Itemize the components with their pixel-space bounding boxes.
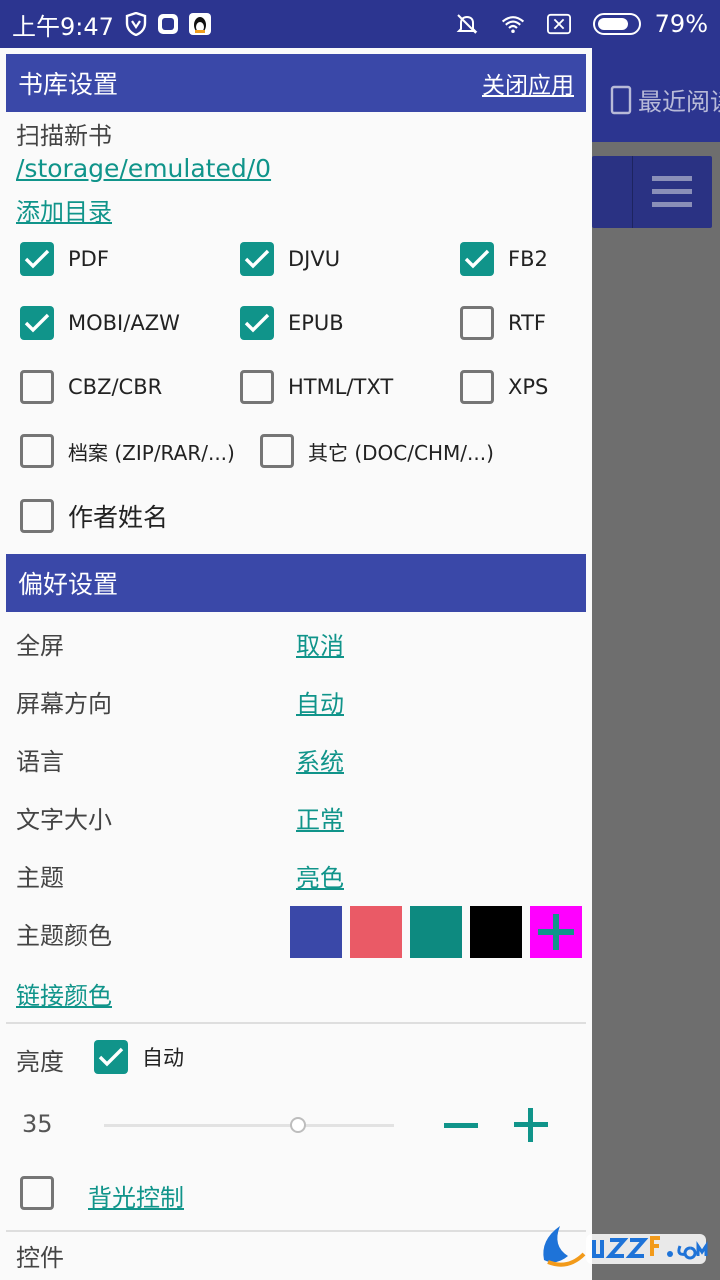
battery-percent: 79%	[654, 10, 708, 38]
no-sim-icon	[546, 12, 571, 36]
format-checkbox-xps[interactable]: XPS	[460, 370, 548, 404]
shield-icon	[124, 12, 148, 36]
recent-reading-tab[interactable]: 最近阅读	[610, 82, 720, 117]
format-label: PDF	[68, 247, 109, 271]
language-label: 语言	[16, 748, 64, 776]
background-app-bar: 最近阅读	[592, 48, 720, 142]
watermark-logo	[536, 1214, 716, 1274]
brightness-auto-label: 自动	[142, 1046, 184, 1070]
format-label: FB2	[508, 247, 548, 271]
format-checkbox-pdf[interactable]: PDF	[20, 242, 109, 276]
format-checkbox-cbz[interactable]: CBZ/CBR	[20, 370, 162, 404]
divider	[6, 1230, 586, 1232]
checkbox-icon	[20, 242, 54, 276]
bell-muted-icon	[455, 12, 479, 36]
format-checkbox-epub[interactable]: EPUB	[240, 306, 344, 340]
format-checkbox-html[interactable]: HTML/TXT	[240, 370, 393, 404]
plus-icon	[538, 914, 574, 950]
divider	[6, 1022, 586, 1024]
format-label: 档案 (ZIP/RAR/...)	[68, 440, 235, 465]
checkbox-icon	[240, 242, 274, 276]
add-directory-link[interactable]: 添加目录	[16, 192, 112, 227]
fullscreen-label: 全屏	[16, 632, 64, 660]
theme-color-swatch-teal[interactable]	[410, 906, 462, 958]
format-label: MOBI/AZW	[68, 311, 180, 335]
status-bar: 上午9:47 79%	[0, 0, 720, 48]
checkbox-icon	[460, 242, 494, 276]
library-settings-header: 书库设置 关闭应用	[6, 54, 586, 112]
text-size-label: 文字大小	[16, 806, 112, 834]
theme-color-swatch-black[interactable]	[470, 906, 522, 958]
checkbox-icon	[240, 306, 274, 340]
author-name-checkbox[interactable]: 作者姓名	[20, 498, 168, 534]
checkbox-icon	[20, 370, 54, 404]
toolbar-separator	[632, 156, 633, 228]
format-label: XPS	[508, 375, 549, 399]
checkbox-icon	[20, 306, 54, 340]
checkbox-icon	[94, 1040, 128, 1074]
format-label: RTF	[508, 311, 546, 335]
checkbox-icon	[20, 434, 54, 468]
background-toolbar	[592, 156, 712, 228]
checkbox-icon	[20, 1176, 54, 1210]
checkbox-icon	[260, 434, 294, 468]
brightness-decrease-button[interactable]	[444, 1123, 478, 1128]
checkbox-icon	[240, 370, 274, 404]
brightness-label: 亮度	[16, 1048, 64, 1076]
format-checkbox-other[interactable]: 其它 (DOC/CHM/...)	[260, 434, 494, 468]
format-checkbox-rtf[interactable]: RTF	[460, 306, 546, 340]
brightness-value: 35	[22, 1110, 53, 1138]
scan-path-link[interactable]: /storage/emulated/0	[16, 154, 271, 183]
language-value[interactable]: 系统	[296, 742, 344, 777]
scan-new-books-label: 扫描新书	[16, 122, 112, 150]
text-size-value[interactable]: 正常	[296, 800, 344, 835]
format-checkbox-djvu[interactable]: DJVU	[240, 242, 340, 276]
format-label: CBZ/CBR	[68, 375, 163, 399]
preferences-title: 偏好设置	[18, 570, 119, 599]
orientation-label: 屏幕方向	[16, 690, 112, 718]
preferences-header: 偏好设置	[6, 554, 586, 612]
close-app-link[interactable]: 关闭应用	[482, 66, 574, 100]
status-time: 上午9:47	[12, 12, 114, 41]
theme-color-label: 主题颜色	[16, 922, 112, 950]
format-checkbox-fb2[interactable]: FB2	[460, 242, 548, 276]
app-square-icon	[156, 12, 180, 36]
brightness-slider-track[interactable]	[104, 1124, 394, 1127]
checkbox-icon	[460, 306, 494, 340]
brightness-slider-thumb[interactable]	[290, 1117, 307, 1133]
recent-reading-label: 最近阅读	[638, 88, 720, 116]
theme-color-swatch-blue[interactable]	[290, 906, 342, 958]
controls-label: 控件	[16, 1244, 64, 1272]
battery-icon	[592, 13, 641, 35]
checkbox-icon	[460, 370, 494, 404]
orientation-value[interactable]: 自动	[296, 684, 344, 719]
backlight-checkbox[interactable]	[20, 1176, 68, 1210]
fullscreen-value[interactable]: 取消	[296, 626, 344, 661]
settings-drawer: 书库设置 关闭应用 扫描新书 /storage/emulated/0 添加目录 …	[0, 48, 592, 1280]
format-label: EPUB	[288, 311, 344, 335]
qq-penguin-icon	[188, 12, 212, 36]
link-color-link[interactable]: 链接颜色	[16, 976, 112, 1011]
theme-value[interactable]: 亮色	[296, 858, 344, 893]
brightness-auto-checkbox[interactable]: 自动	[94, 1040, 184, 1074]
format-checkbox-archive[interactable]: 档案 (ZIP/RAR/...)	[20, 434, 235, 468]
hamburger-menu-icon[interactable]	[652, 176, 692, 208]
backlight-control-link[interactable]: 背光控制	[88, 1178, 184, 1213]
format-label: HTML/TXT	[288, 375, 394, 399]
theme-label: 主题	[16, 864, 64, 892]
brightness-increase-button[interactable]	[514, 1108, 548, 1142]
format-checkbox-mobi[interactable]: MOBI/AZW	[20, 306, 180, 340]
format-label: DJVU	[288, 247, 341, 271]
add-theme-color-button[interactable]	[530, 906, 582, 958]
wifi-icon	[501, 12, 525, 36]
theme-color-swatch-red[interactable]	[350, 906, 402, 958]
format-label: 其它 (DOC/CHM/...)	[308, 440, 494, 465]
library-settings-title: 书库设置	[18, 70, 119, 99]
checkbox-icon	[20, 499, 54, 533]
book-icon	[610, 85, 632, 114]
author-name-label: 作者姓名	[68, 503, 169, 532]
